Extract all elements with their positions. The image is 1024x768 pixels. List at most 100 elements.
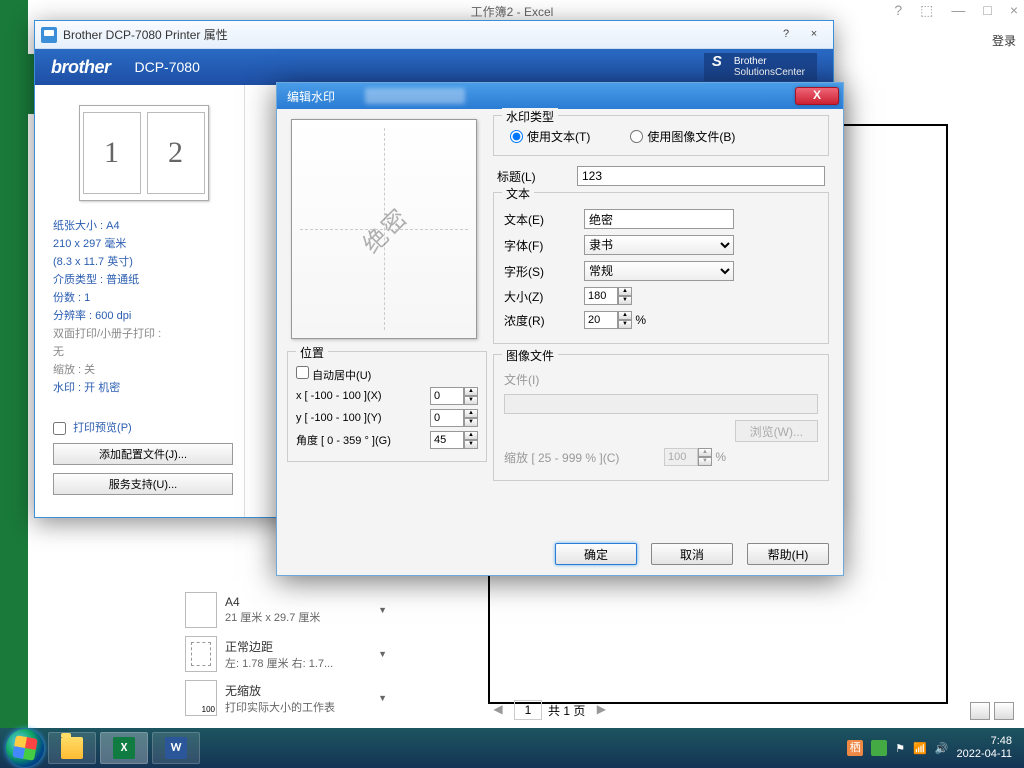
- help-button[interactable]: 帮助(H): [747, 543, 829, 565]
- zoom-to-page-toggle[interactable]: [994, 702, 1014, 720]
- browse-button: 浏览(W)...: [735, 420, 818, 442]
- spin-up-icon[interactable]: ▲: [464, 387, 478, 396]
- word-icon: W: [165, 737, 187, 759]
- text-input[interactable]: [584, 209, 734, 229]
- spin-down-icon[interactable]: ▼: [464, 418, 478, 427]
- style-select[interactable]: 常规: [584, 261, 734, 281]
- help-icon[interactable]: ?: [894, 2, 902, 19]
- taskbar-excel[interactable]: X: [100, 732, 148, 764]
- watermark-type-group: 水印类型 使用文本(T) 使用图像文件(B): [493, 115, 829, 156]
- props-titlebar[interactable]: Brother DCP-7080 Printer 属性 ? ×: [35, 21, 833, 49]
- printer-icon: [41, 27, 57, 43]
- watermark-preview-text: 绝密: [353, 198, 415, 260]
- clock-time: 7:48: [957, 735, 1012, 748]
- chevron-down-icon: ▼: [378, 649, 387, 659]
- wm-close-button[interactable]: X: [795, 87, 839, 105]
- preview-pager: ◀ 1 共 1 页 ▶: [488, 700, 611, 720]
- tray-icon[interactable]: [871, 740, 887, 756]
- minimize-icon[interactable]: —: [951, 2, 965, 19]
- setting-scale[interactable]: 100 无缩放 打印实际大小的工作表 ▼: [178, 676, 394, 720]
- tray-flag-icon[interactable]: ⚑: [895, 742, 905, 755]
- pos-y-input[interactable]: [430, 409, 464, 427]
- info-duplex: 双面打印/小册子打印 :: [53, 325, 234, 341]
- prev-page-button[interactable]: ◀: [488, 700, 508, 720]
- layout-thumbnail: 1 2: [79, 105, 209, 201]
- solutions-line2: SolutionsCenter: [734, 67, 805, 78]
- start-button[interactable]: [6, 729, 44, 767]
- spin-up-icon[interactable]: ▲: [464, 409, 478, 418]
- brother-logo: brother: [51, 57, 111, 78]
- props-close-icon[interactable]: ×: [801, 26, 827, 44]
- pos-x-input[interactable]: [430, 387, 464, 405]
- pos-x-label: x [ -100 - 100 ](X): [296, 390, 426, 402]
- spin-up-icon[interactable]: ▲: [618, 311, 632, 320]
- folder-icon: [61, 737, 83, 759]
- close-icon[interactable]: ×: [1010, 2, 1018, 19]
- size-input[interactable]: [584, 287, 618, 305]
- info-dpi: 分辨率 : 600 dpi: [53, 307, 234, 323]
- excel-icon: X: [113, 737, 135, 759]
- info-media: 介质类型 : 普通纸: [53, 271, 234, 287]
- scale-detail: 打印实际大小的工作表: [225, 699, 370, 715]
- spin-down-icon[interactable]: ▼: [618, 296, 632, 305]
- spin-down-icon[interactable]: ▼: [464, 396, 478, 405]
- position-group: 位置 自动居中(U) x [ -100 - 100 ](X)▲▼ y [ -10…: [287, 351, 487, 462]
- tray-network-icon[interactable]: 📶: [913, 742, 927, 755]
- show-margins-toggle[interactable]: [970, 702, 990, 720]
- spin-down-icon[interactable]: ▼: [618, 320, 632, 329]
- taskbar-clock[interactable]: 7:48 2022-04-11: [957, 735, 1018, 761]
- ime-badge[interactable]: 栖: [847, 740, 863, 756]
- taskbar-explorer[interactable]: [48, 732, 96, 764]
- next-page-button[interactable]: ▶: [591, 700, 611, 720]
- density-input[interactable]: [584, 311, 618, 329]
- setting-paper-size[interactable]: A4 21 厘米 x 29.7 厘米 ▼: [178, 588, 394, 632]
- file-path-input: [504, 394, 818, 414]
- dialog-buttons: 确定 取消 帮助(H): [555, 543, 829, 565]
- solutions-line1: Brother: [734, 56, 805, 67]
- watermark-preview: 绝密: [291, 119, 477, 339]
- paper-detail: 21 厘米 x 29.7 厘米: [225, 609, 370, 625]
- text-group: 文本 文本(E) 字体(F)隶书 字形(S)常规 大小(Z)▲▼ 浓度(R)▲▼…: [493, 192, 829, 344]
- tray-volume-icon[interactable]: 🔊: [935, 742, 949, 755]
- pos-angle-input[interactable]: [430, 431, 464, 449]
- auto-center-checkbox[interactable]: 自动居中(U): [296, 366, 478, 383]
- spin-down-icon[interactable]: ▼: [464, 440, 478, 449]
- spin-up-icon[interactable]: ▲: [618, 287, 632, 296]
- add-profile-button[interactable]: 添加配置文件(J)...: [53, 443, 233, 465]
- use-image-radio[interactable]: 使用图像文件(B): [630, 128, 735, 145]
- restore-icon[interactable]: □: [983, 2, 991, 19]
- auto-center-label: 自动居中(U): [312, 370, 371, 382]
- thumb-page-2: 2: [147, 112, 205, 194]
- info-paper-in: (8.3 x 11.7 英寸): [53, 253, 234, 269]
- page-number-input[interactable]: 1: [514, 700, 542, 720]
- spin-up-icon[interactable]: ▲: [464, 431, 478, 440]
- chevron-down-icon: ▼: [378, 693, 387, 703]
- fullscreen-icon[interactable]: ⬚: [920, 2, 933, 19]
- solutions-center-link[interactable]: Brother SolutionsCenter: [704, 53, 817, 81]
- setting-margins[interactable]: 正常边距 左: 1.78 厘米 右: 1.7... ▼: [178, 632, 394, 676]
- print-preview-checkbox[interactable]: 打印预览(P): [53, 422, 132, 434]
- image-legend: 图像文件: [502, 347, 558, 364]
- taskbar-word[interactable]: W: [152, 732, 200, 764]
- excel-login-link[interactable]: 登录: [992, 32, 1016, 49]
- pos-y-label: y [ -100 - 100 ](Y): [296, 412, 426, 424]
- brother-header: brother DCP-7080 Brother SolutionsCenter: [35, 49, 833, 85]
- support-button[interactable]: 服务支持(U)...: [53, 473, 233, 495]
- props-help-icon[interactable]: ?: [773, 26, 799, 44]
- title-input[interactable]: [577, 166, 825, 186]
- font-select[interactable]: 隶书: [584, 235, 734, 255]
- spin-up-icon: ▲: [698, 448, 712, 457]
- clock-date: 2022-04-11: [957, 748, 1012, 761]
- use-text-radio[interactable]: 使用文本(T): [510, 128, 590, 145]
- img-zoom-input: [664, 448, 698, 466]
- info-watermark: 水印 : 开 机密: [53, 379, 234, 395]
- use-image-label: 使用图像文件(B): [647, 128, 735, 145]
- ok-button[interactable]: 确定: [555, 543, 637, 565]
- wm-title-text: 编辑水印: [287, 88, 335, 105]
- props-summary-pane: 1 2 纸张大小 : A4 210 x 297 毫米 (8.3 x 11.7 英…: [35, 85, 245, 517]
- cancel-button[interactable]: 取消: [651, 543, 733, 565]
- wm-titlebar[interactable]: 编辑水印 X: [277, 83, 843, 109]
- thumb-page-1: 1: [83, 112, 141, 194]
- margins-detail: 左: 1.78 厘米 右: 1.7...: [225, 655, 370, 671]
- windows-taskbar: X W 栖 ⚑ 📶 🔊 7:48 2022-04-11: [0, 728, 1024, 768]
